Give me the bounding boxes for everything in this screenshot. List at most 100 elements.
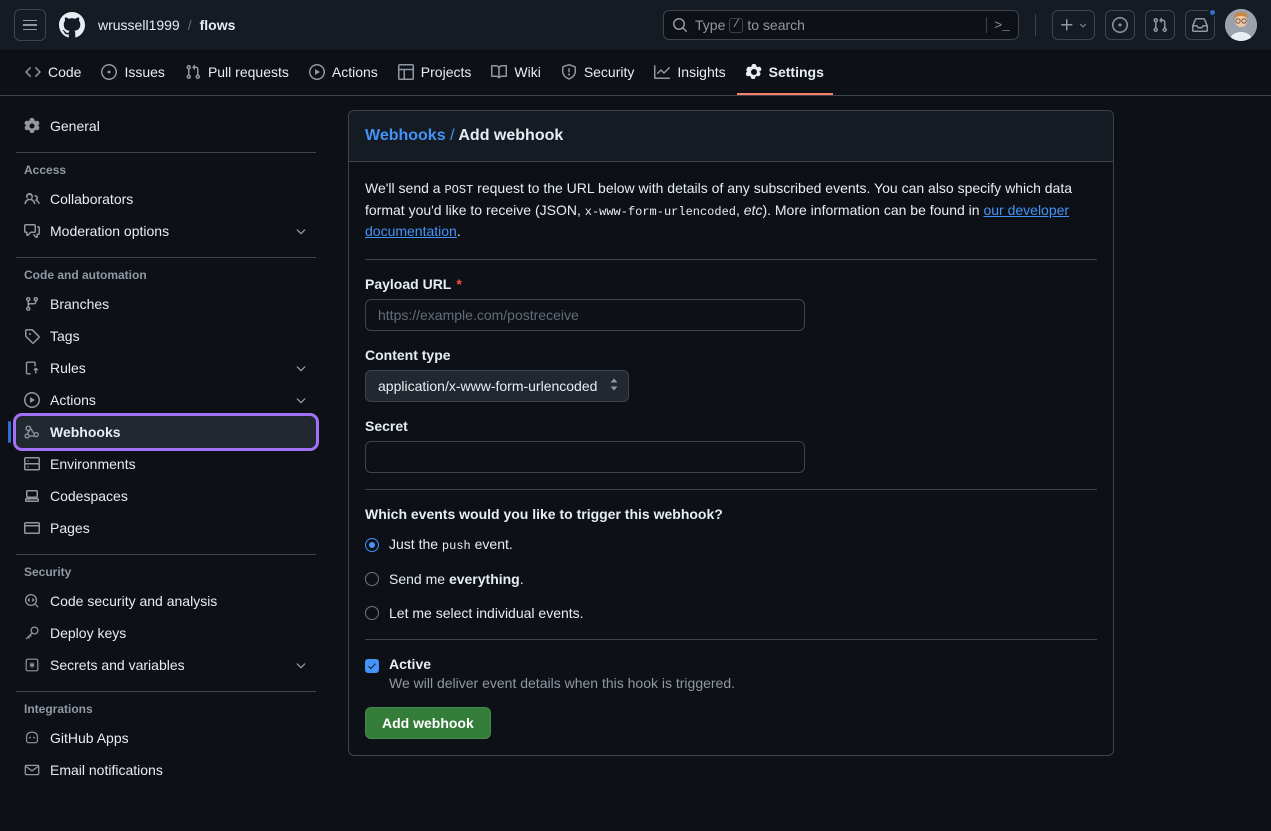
sidebar-group-title-security: Security: [16, 565, 316, 579]
sidebar-item-pages[interactable]: Pages: [16, 512, 316, 544]
tab-wiki[interactable]: Wiki: [482, 51, 549, 95]
tab-settings[interactable]: Settings: [737, 51, 833, 95]
chevron-down-icon[interactable]: [294, 393, 308, 407]
intro-part4: ). More information can be found in: [762, 202, 983, 218]
tab-code-label: Code: [48, 64, 81, 80]
tab-code[interactable]: Code: [16, 51, 90, 95]
chevron-down-icon[interactable]: [294, 224, 308, 238]
sidebar-item-actions[interactable]: Actions: [16, 384, 316, 416]
global-header: wrussell1999 / flows Type / to search >_: [0, 0, 1271, 50]
sidebar-item-code-security-and-analysis[interactable]: Code security and analysis: [16, 585, 316, 617]
section-divider: [365, 259, 1097, 260]
content-type-label: Content type: [365, 347, 1097, 363]
sidebar-item-github-apps[interactable]: GitHub Apps: [16, 722, 316, 754]
sidebar-item-moderation-options[interactable]: Moderation options: [16, 215, 316, 247]
sidebar-group-title-integrations: Integrations: [16, 702, 316, 716]
sidebar-item-secrets-and-variables[interactable]: Secrets and variables: [16, 649, 316, 681]
tab-issues[interactable]: Issues: [92, 51, 173, 95]
tab-projects-label: Projects: [421, 64, 472, 80]
issues-button[interactable]: [1105, 10, 1135, 40]
add-webhook-panel: Webhooks / Add webhook We'll send a POST…: [348, 110, 1114, 756]
sidebar-item-label: Environments: [50, 456, 308, 472]
breadcrumb-owner[interactable]: wrussell1999: [98, 17, 180, 33]
sidebar-item-rules[interactable]: Rules: [16, 352, 316, 384]
radio-everything-prefix: Send me: [389, 571, 449, 587]
page-title: Add webhook: [458, 127, 563, 144]
hamburger-icon[interactable]: [14, 9, 46, 41]
intro-part3: ,: [736, 202, 744, 218]
sidebar-item-deploy-keys[interactable]: Deploy keys: [16, 617, 316, 649]
tab-issues-label: Issues: [124, 64, 164, 80]
table-icon: [398, 64, 414, 80]
secret-label: Secret: [365, 418, 1097, 434]
radio-everything-indicator[interactable]: [365, 572, 379, 586]
tab-insights-label: Insights: [677, 64, 725, 80]
radio-option-push[interactable]: Just the push event.: [365, 536, 1097, 553]
active-checkbox-row[interactable]: Active We will deliver event details whe…: [365, 656, 1097, 691]
add-webhook-button[interactable]: Add webhook: [365, 707, 491, 739]
search-input[interactable]: Type / to search >_: [663, 10, 1019, 40]
radio-option-individual[interactable]: Let me select individual events.: [365, 605, 1097, 621]
sidebar-group-title-access: Access: [16, 163, 316, 177]
notifications-inbox-button[interactable]: [1185, 10, 1215, 40]
sidebar-item-label: Branches: [50, 296, 308, 312]
tab-projects[interactable]: Projects: [389, 51, 481, 95]
radio-everything-suffix: .: [520, 571, 524, 587]
tab-security[interactable]: Security: [552, 51, 644, 95]
search-divider: [986, 17, 987, 33]
panel-header: Webhooks / Add webhook: [349, 111, 1113, 162]
intro-italic-etc: etc: [744, 202, 763, 218]
comment-discussion-icon: [24, 223, 40, 239]
sidebar-item-general[interactable]: General: [16, 110, 316, 142]
sidebar-item-label: Collaborators: [50, 191, 308, 207]
secret-input[interactable]: [365, 441, 805, 473]
radio-push-suffix: event.: [471, 536, 513, 552]
intro-part5: .: [457, 223, 461, 239]
breadcrumb-repo[interactable]: flows: [200, 17, 236, 33]
chevron-down-icon[interactable]: [294, 361, 308, 375]
chevron-down-icon[interactable]: [294, 658, 308, 672]
radio-individual-indicator[interactable]: [365, 606, 379, 620]
tab-pull-requests[interactable]: Pull requests: [176, 51, 298, 95]
required-marker: *: [456, 276, 461, 292]
breadcrumb-separator: /: [450, 127, 454, 144]
tag-icon: [24, 328, 40, 344]
sidebar-item-environments[interactable]: Environments: [16, 448, 316, 480]
search-kbd-slash: /: [729, 18, 743, 33]
tab-insights[interactable]: Insights: [645, 51, 734, 95]
pull-requests-button[interactable]: [1145, 10, 1175, 40]
github-logo-icon[interactable]: [56, 9, 88, 41]
issue-opened-icon: [1112, 17, 1128, 33]
tab-actions[interactable]: Actions: [300, 51, 387, 95]
sidebar-item-label: Codespaces: [50, 488, 308, 504]
sidebar-item-tags[interactable]: Tags: [16, 320, 316, 352]
panel-body: We'll send a POST request to the URL bel…: [349, 162, 1113, 755]
sidebar-item-collaborators[interactable]: Collaborators: [16, 183, 316, 215]
tab-settings-label: Settings: [769, 64, 824, 80]
radio-push-indicator[interactable]: [365, 538, 379, 552]
mail-icon: [24, 762, 40, 778]
sidebar-item-webhooks[interactable]: Webhooks: [16, 416, 316, 448]
book-icon: [491, 64, 507, 80]
terminal-icon[interactable]: >_: [994, 18, 1010, 33]
sidebar-item-branches[interactable]: Branches: [16, 288, 316, 320]
content-type-select[interactable]: application/x-www-form-urlencoded: [365, 370, 629, 402]
avatar[interactable]: [1225, 9, 1257, 41]
tab-pull-requests-label: Pull requests: [208, 64, 289, 80]
sidebar-item-label: General: [50, 118, 308, 134]
chevron-down-icon: [1078, 20, 1088, 30]
sidebar-item-label: Secrets and variables: [50, 657, 284, 673]
sidebar-item-codespaces[interactable]: Codespaces: [16, 480, 316, 512]
section-divider: [365, 639, 1097, 640]
webhook-icon: [24, 424, 40, 440]
active-checkbox[interactable]: [365, 659, 379, 673]
code-scan-icon: [24, 593, 40, 609]
sidebar-item-email-notifications[interactable]: Email notifications: [16, 754, 316, 786]
breadcrumb-webhooks-link[interactable]: Webhooks: [365, 127, 446, 144]
payload-url-label-row: Payload URL *: [365, 276, 1097, 292]
radio-everything-label: Send me everything.: [389, 571, 524, 587]
radio-option-everything[interactable]: Send me everything.: [365, 571, 1097, 587]
create-new-button[interactable]: [1052, 10, 1095, 40]
graph-icon: [654, 64, 670, 80]
payload-url-input[interactable]: [365, 299, 805, 331]
